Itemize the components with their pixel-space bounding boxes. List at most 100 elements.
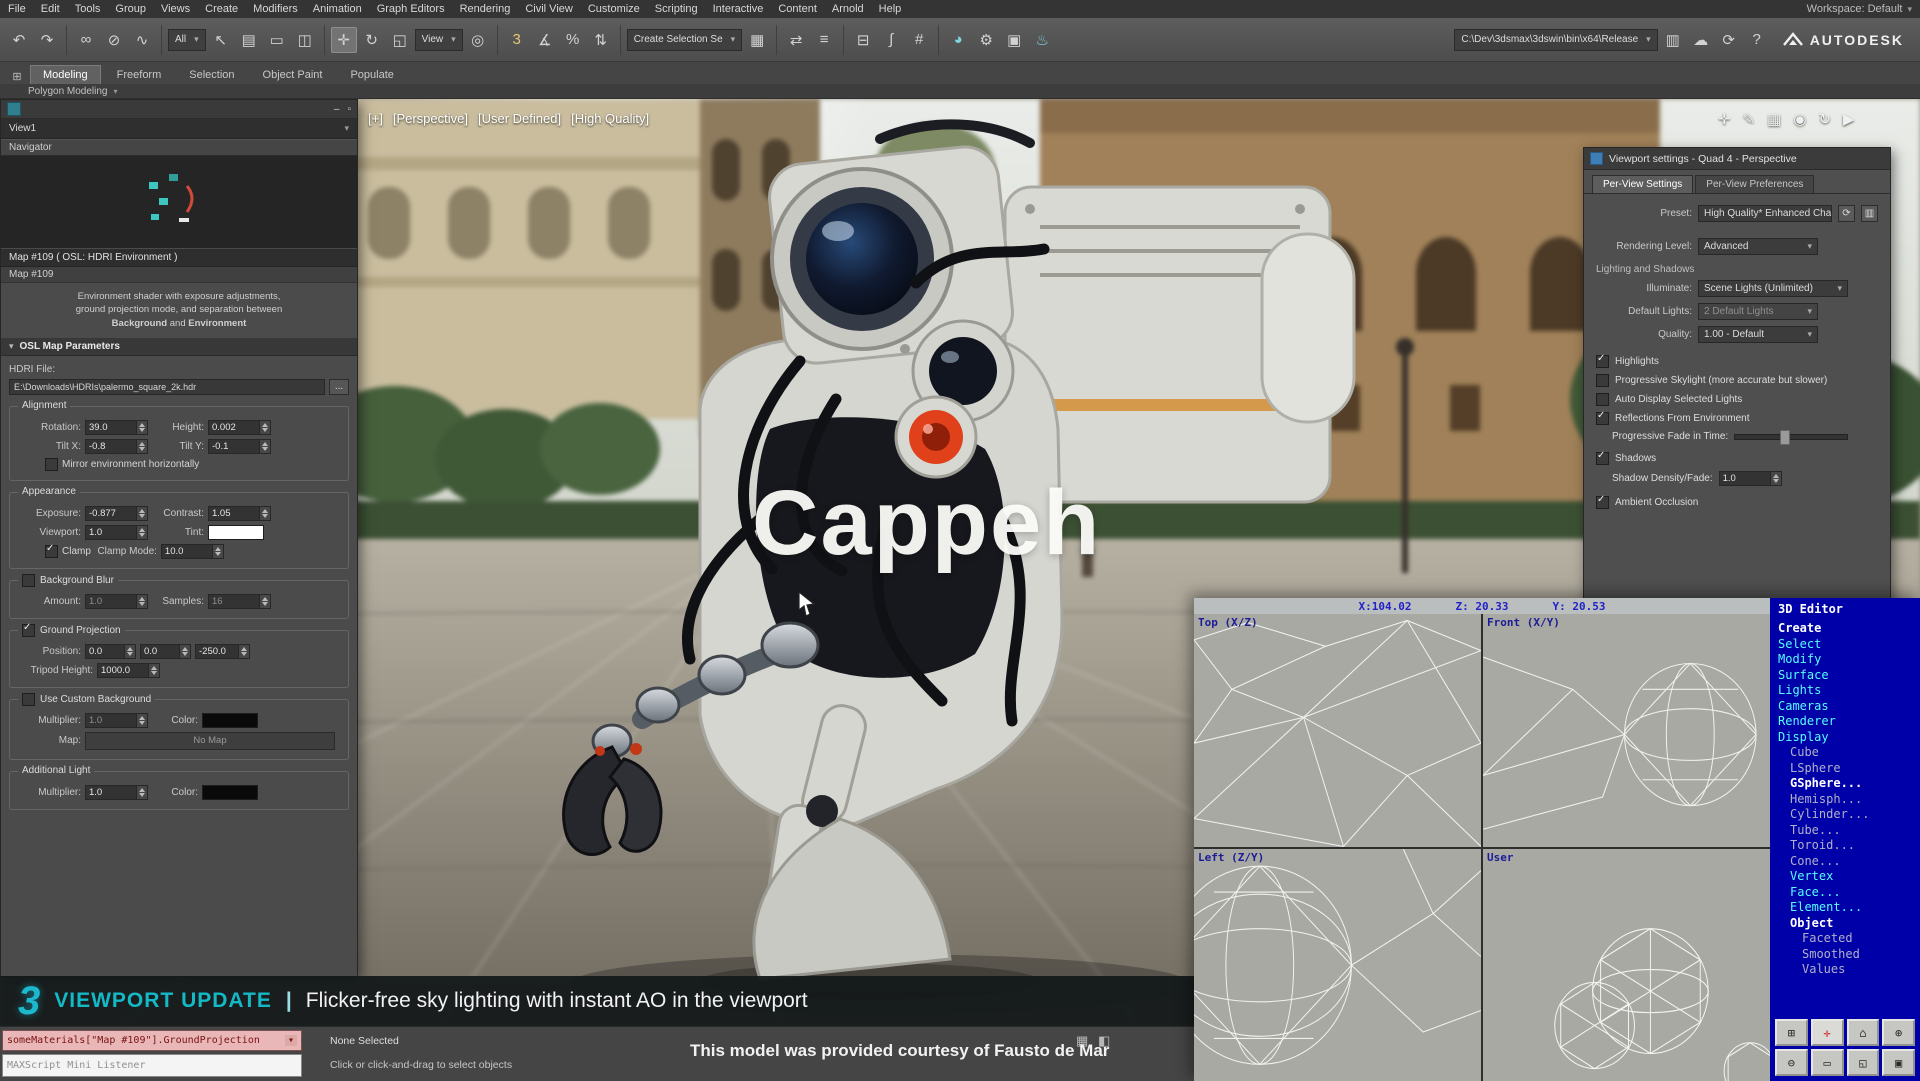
plus-icon[interactable]: ✛: [1718, 110, 1731, 128]
menu-item-renderer[interactable]: Renderer: [1770, 714, 1920, 730]
background-blur-checkbox[interactable]: [22, 574, 35, 587]
project-path-dropdown[interactable]: C:\Dev\3dsmax\3dswin\bin\x64\Release: [1454, 29, 1657, 51]
clamp-checkbox[interactable]: [45, 545, 58, 558]
pan-icon[interactable]: ⊞: [1775, 1019, 1808, 1046]
illuminate-dropdown[interactable]: Scene Lights (Unlimited): [1698, 280, 1848, 297]
reference-coordinate-dropdown[interactable]: View: [415, 29, 463, 51]
tab-object-paint[interactable]: Object Paint: [251, 66, 335, 84]
preset-reload-button[interactable]: ⟳: [1838, 205, 1855, 222]
menu-graph-editors[interactable]: Graph Editors: [377, 3, 445, 15]
select-object-icon[interactable]: ↖: [208, 27, 234, 53]
menu-item-display[interactable]: Display: [1770, 730, 1920, 746]
zoom-in-icon[interactable]: ⊕: [1882, 1019, 1915, 1046]
shadow-density-spinner[interactable]: 1.0: [1719, 471, 1782, 486]
clamp-mode-spinner[interactable]: 10.0: [161, 544, 224, 559]
cursor-icon[interactable]: ▶: [1843, 110, 1855, 128]
reflections-from-environment-checkbox[interactable]: [1596, 412, 1609, 425]
pencil-icon[interactable]: ✎: [1743, 110, 1756, 128]
select-and-scale-icon[interactable]: ◱: [387, 27, 413, 53]
menu-item-cone[interactable]: Cone...: [1770, 854, 1920, 870]
additional-light-multiplier-spinner[interactable]: 1.0: [85, 785, 148, 800]
ribbon-menu-icon[interactable]: ⊞: [8, 68, 26, 84]
use-pivot-center-icon[interactable]: ◎: [465, 27, 491, 53]
ambient-occlusion-checkbox[interactable]: [1596, 496, 1609, 509]
menu-item-faceted[interactable]: Faceted: [1770, 931, 1920, 947]
blur-samples-spinner[interactable]: 16: [208, 594, 271, 609]
menu-customize[interactable]: Customize: [588, 3, 640, 15]
window-crossing-icon[interactable]: ◫: [292, 27, 318, 53]
additional-light-color-swatch[interactable]: [202, 785, 258, 800]
select-and-move-icon[interactable]: ✛: [331, 27, 357, 53]
tripod-height-spinner[interactable]: 1000.0: [97, 663, 160, 678]
grid-icon[interactable]: ▦: [1767, 110, 1781, 128]
custom-bg-color-swatch[interactable]: [202, 713, 258, 728]
menu-content[interactable]: Content: [778, 3, 817, 15]
custom-bg-multiplier-spinner[interactable]: 1.0: [85, 713, 148, 728]
tab-freeform[interactable]: Freeform: [105, 66, 174, 84]
snap-toggle-icon[interactable]: 3: [504, 27, 530, 53]
spinner-snap-icon[interactable]: ⇅: [588, 27, 614, 53]
schematic-view-icon[interactable]: #: [906, 27, 932, 53]
menu-item-lights[interactable]: Lights: [1770, 683, 1920, 699]
menu-item-lsphere[interactable]: LSphere: [1770, 761, 1920, 777]
sphere-icon[interactable]: ◉: [1793, 110, 1806, 128]
material-editor-icon[interactable]: ◕: [945, 27, 971, 53]
highlights-checkbox[interactable]: [1596, 355, 1609, 368]
edit-named-selections-icon[interactable]: ▦: [744, 27, 770, 53]
menu-item-cylinder[interactable]: Cylinder...: [1770, 807, 1920, 823]
mirror-environment-checkbox[interactable]: [45, 458, 58, 471]
crosshair-icon[interactable]: ✛: [1811, 1019, 1844, 1046]
zoom-out-icon[interactable]: ⊖: [1775, 1049, 1808, 1076]
menu-item-hemisph[interactable]: Hemisph...: [1770, 792, 1920, 808]
menu-item-vertex[interactable]: Vertex: [1770, 869, 1920, 885]
menu-item-gsphere[interactable]: GSphere...: [1770, 776, 1920, 792]
tab-per-view-settings[interactable]: Per-View Settings: [1592, 175, 1693, 193]
tilt-y-spinner[interactable]: -0.1: [208, 439, 271, 454]
custom-background-checkbox[interactable]: [22, 693, 35, 706]
layer-explorer-icon[interactable]: ⊟: [850, 27, 876, 53]
map-name[interactable]: Map #109: [1, 267, 357, 283]
progressive-fade-slider[interactable]: [1734, 434, 1848, 440]
3d-editor-viewport-front[interactable]: Front (X/Y): [1483, 614, 1770, 847]
sync-icon[interactable]: ⟳: [1716, 27, 1742, 53]
menu-item-surface[interactable]: Surface: [1770, 668, 1920, 684]
render-setup-icon[interactable]: ⚙: [973, 27, 999, 53]
zoom-extents-icon[interactable]: ◱: [1847, 1049, 1880, 1076]
menu-edit[interactable]: Edit: [41, 3, 60, 15]
render-production-icon[interactable]: ♨: [1029, 27, 1055, 53]
viewport-multiplier-spinner[interactable]: 1.0: [85, 525, 148, 540]
align-icon[interactable]: ≡: [811, 27, 837, 53]
viewport-settings-titlebar[interactable]: Viewport settings - Quad 4 - Perspective: [1584, 148, 1890, 170]
menu-rendering[interactable]: Rendering: [460, 3, 511, 15]
viewport-menu-view[interactable]: [Perspective]: [393, 111, 468, 126]
view-selector-dropdown[interactable]: View1: [1, 119, 357, 139]
menu-modifiers[interactable]: Modifiers: [253, 3, 298, 15]
tab-populate[interactable]: Populate: [338, 66, 405, 84]
progressive-skylight-checkbox[interactable]: [1596, 374, 1609, 387]
menu-item-tube[interactable]: Tube...: [1770, 823, 1920, 839]
select-by-name-icon[interactable]: ▤: [236, 27, 262, 53]
macro-recorder-field[interactable]: someMaterials["Map #109"].GroundProjecti…: [2, 1030, 302, 1051]
tab-per-view-preferences[interactable]: Per-View Preferences: [1695, 175, 1814, 193]
selection-filter-dropdown[interactable]: All: [168, 29, 206, 51]
navigator-header[interactable]: Navigator: [1, 139, 357, 156]
height-spinner[interactable]: 0.002: [208, 420, 271, 435]
position-x-spinner[interactable]: 0.0: [85, 644, 136, 659]
menu-animation[interactable]: Animation: [313, 3, 362, 15]
workspace-selector[interactable]: Workspace: Default: [1807, 3, 1912, 15]
rendering-level-dropdown[interactable]: Advanced: [1698, 238, 1818, 255]
3d-editor-viewport-user[interactable]: User: [1483, 849, 1770, 1081]
maximize-button[interactable]: ▫: [347, 104, 351, 115]
menu-item-select[interactable]: Select: [1770, 637, 1920, 653]
curve-editor-icon[interactable]: ∫: [878, 27, 904, 53]
menu-group[interactable]: Group: [115, 3, 146, 15]
blur-amount-spinner[interactable]: 1.0: [85, 594, 148, 609]
custom-bg-map-button[interactable]: No Map: [85, 732, 335, 750]
menu-help[interactable]: Help: [879, 3, 902, 15]
orbit-icon[interactable]: ↻: [1818, 110, 1831, 128]
3d-editor-viewport-top[interactable]: Top (X/Z): [1194, 614, 1481, 847]
menu-item-smoothed[interactable]: Smoothed: [1770, 947, 1920, 963]
menu-item-face[interactable]: Face...: [1770, 885, 1920, 901]
menu-item-toroid[interactable]: Toroid...: [1770, 838, 1920, 854]
preset-dropdown[interactable]: High Quality* Enhanced Chang: [1698, 205, 1832, 222]
